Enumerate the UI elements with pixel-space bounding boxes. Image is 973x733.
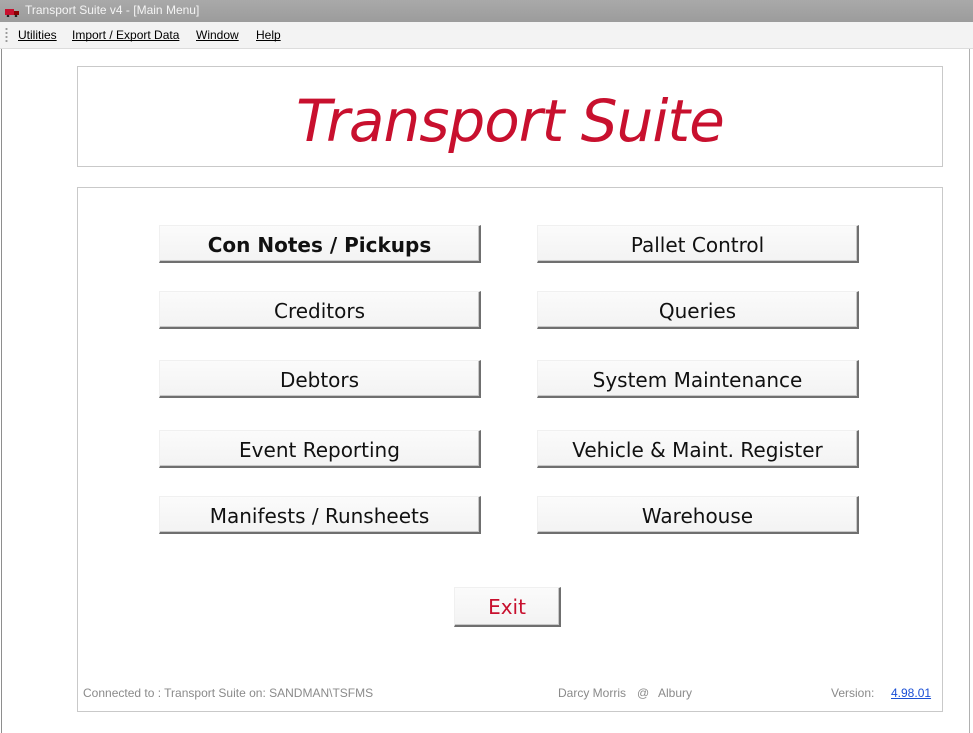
user-location: Albury (658, 686, 693, 700)
connection-status: Connected to : Transport Suite on: SANDM… (83, 686, 374, 700)
con-notes-pickups-button[interactable]: Con Notes / Pickups (159, 225, 481, 263)
queries-button[interactable]: Queries (537, 291, 859, 329)
window-title: Transport Suite v4 - [Main Menu] (25, 3, 200, 17)
menu-help[interactable]: Help (256, 28, 281, 42)
menu-bar: Utilities Import / Export Data Window He… (0, 22, 973, 49)
menu-window[interactable]: Window (196, 28, 239, 42)
event-reporting-button[interactable]: Event Reporting (159, 430, 481, 468)
pallet-control-button[interactable]: Pallet Control (537, 225, 859, 263)
vehicle-maint-register-button[interactable]: Vehicle & Maint. Register (537, 430, 859, 468)
truck-icon (5, 6, 19, 18)
title-bar: Transport Suite v4 - [Main Menu] (0, 0, 973, 22)
exit-button[interactable]: Exit (454, 587, 561, 627)
debtors-button[interactable]: Debtors (159, 360, 481, 398)
version-label: Version: (831, 686, 875, 700)
at-symbol: @ (637, 686, 650, 700)
version-link[interactable]: 4.98.01 (891, 686, 931, 700)
user-name: Darcy Morris (558, 686, 626, 700)
header-panel: Transport Suite (77, 66, 943, 167)
app-logo: Transport Suite (296, 87, 725, 155)
menu-grip-handle[interactable] (5, 27, 8, 43)
menu-import-export-data[interactable]: Import / Export Data (72, 28, 179, 42)
manifests-runsheets-button[interactable]: Manifests / Runsheets (159, 496, 481, 534)
system-maintenance-button[interactable]: System Maintenance (537, 360, 859, 398)
creditors-button[interactable]: Creditors (159, 291, 481, 329)
menu-utilities[interactable]: Utilities (18, 28, 57, 42)
warehouse-button[interactable]: Warehouse (537, 496, 859, 534)
